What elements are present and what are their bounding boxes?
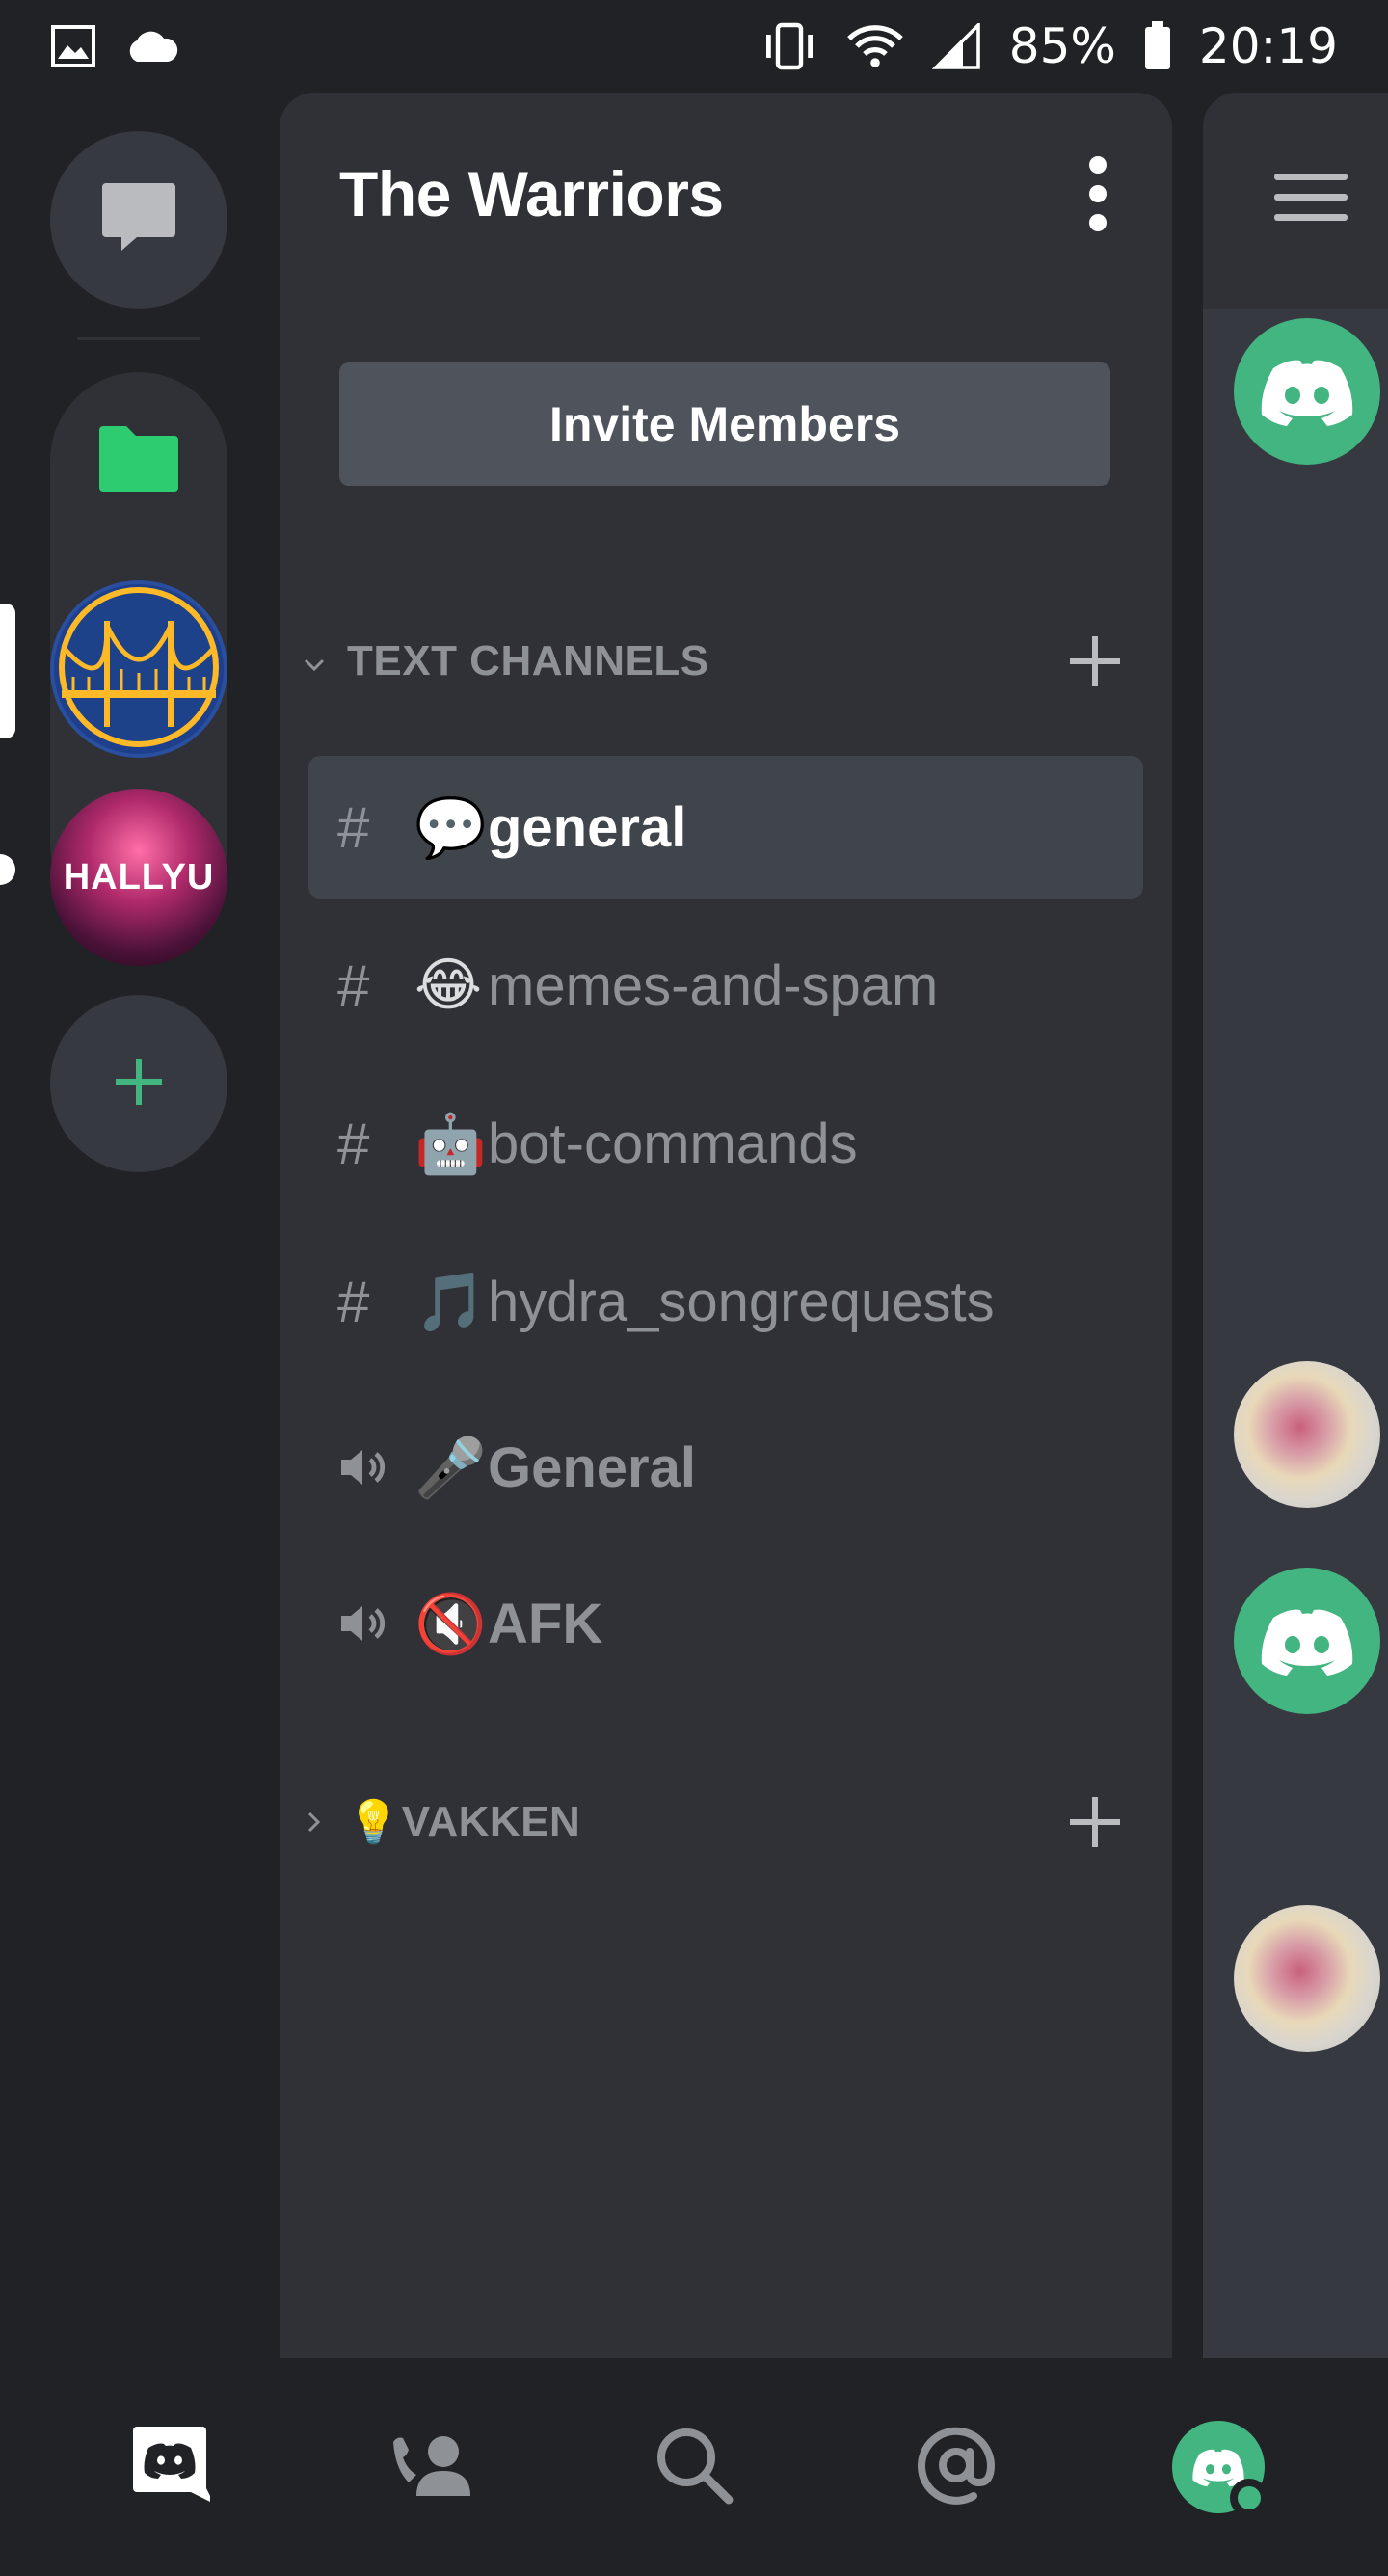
nav-profile[interactable] (1151, 2400, 1286, 2535)
selected-server-pill (0, 604, 15, 738)
channel-emoji: 🎤 (414, 1434, 487, 1502)
cloud-icon (123, 29, 179, 64)
channel-general[interactable]: # 💬 general (308, 756, 1143, 899)
wifi-icon (845, 21, 905, 71)
chat-bubble-icon (98, 179, 179, 261)
image-icon (50, 24, 96, 68)
signal-icon (931, 23, 982, 69)
category-vakken[interactable]: 💡 VAKKEN (295, 1784, 1134, 1861)
status-left (50, 24, 179, 68)
status-bar: 85% 20:19 (0, 0, 1388, 93)
server-rail: HALLYU (0, 93, 280, 2358)
channel-emoji: 🎵 (414, 1268, 487, 1336)
clock: 20:19 (1198, 18, 1338, 74)
channel-voice-general[interactable]: 🎤 General (308, 1396, 1143, 1539)
chat-header (1203, 93, 1388, 309)
category-left: TEXT CHANNELS (295, 637, 709, 685)
unread-server-pill (0, 854, 15, 885)
discord-app: 85% 20:19 HALLYU The Warriors Invite Mem… (0, 0, 1388, 2576)
at-icon (916, 2425, 997, 2510)
hallyu-server-label: HALLYU (63, 856, 215, 898)
hamburger-menu-icon[interactable] (1274, 174, 1348, 221)
channel-name: hydra_songrequests (488, 1270, 995, 1333)
category-label: VAKKEN (401, 1798, 581, 1845)
discord-avatar-icon[interactable] (1234, 1568, 1380, 1714)
speaker-icon (337, 1444, 414, 1490)
friends-icon (389, 2430, 474, 2505)
category-text-channels[interactable]: TEXT CHANNELS (295, 623, 1134, 700)
add-channel-button[interactable] (1056, 623, 1134, 700)
folder-button[interactable] (50, 372, 227, 550)
channel-voice-afk[interactable]: 🔇 AFK (308, 1552, 1143, 1695)
golden-gate-logo-icon (54, 582, 224, 757)
nav-mentions[interactable] (889, 2400, 1024, 2535)
chevron-right-icon (295, 1802, 334, 1842)
nav-friends[interactable] (364, 2400, 499, 2535)
online-status-icon (1230, 2479, 1268, 2517)
channel-emoji: 😂 (414, 952, 483, 1019)
nav-home[interactable] (102, 2400, 237, 2535)
rail-separator (77, 337, 200, 340)
hash-icon: # (337, 794, 370, 860)
hash-icon: # (337, 1269, 370, 1334)
more-options-icon[interactable] (1062, 147, 1134, 241)
folder-icon (95, 422, 182, 500)
direct-messages-button[interactable] (50, 131, 227, 309)
discord-avatar-icon[interactable] (1234, 318, 1380, 465)
nav-search[interactable] (627, 2400, 761, 2535)
battery-icon (1143, 21, 1172, 71)
chat-peek-panel[interactable] (1203, 93, 1388, 2358)
category-emoji: 💡 (347, 1799, 400, 1846)
channel-name: bot-commands (488, 1112, 858, 1175)
channel-panel: The Warriors Invite Members TEXT CHANNEL… (280, 93, 1172, 2358)
channel-bot-commands[interactable]: # 🤖 bot-commands (308, 1072, 1143, 1215)
hash-icon: # (337, 953, 370, 1018)
chevron-down-icon (295, 641, 334, 682)
warriors-server-button[interactable] (50, 580, 227, 758)
status-right: 85% 20:19 (761, 18, 1338, 74)
add-server-button[interactable] (50, 995, 227, 1172)
hash-icon: # (337, 1111, 370, 1176)
channel-name: AFK (488, 1592, 603, 1655)
hallyu-server-button[interactable]: HALLYU (50, 789, 227, 966)
add-channel-button[interactable] (1056, 1784, 1134, 1861)
plus-icon (110, 1053, 168, 1115)
user-avatar-image[interactable] (1234, 1905, 1380, 2052)
vibrate-icon (761, 21, 818, 71)
category-label: TEXT CHANNELS (347, 637, 709, 684)
channel-emoji: 🤖 (414, 1110, 487, 1178)
channel-emoji: 💬 (414, 793, 487, 862)
speaker-icon (337, 1600, 414, 1647)
channel-name: General (488, 1436, 696, 1499)
category-left: 💡 VAKKEN (295, 1797, 580, 1847)
channel-memes-and-spam[interactable]: # 😂 memes-and-spam (308, 914, 1143, 1057)
battery-percent: 85% (1008, 18, 1116, 74)
channel-name: memes-and-spam (488, 953, 939, 1017)
user-avatar-image[interactable] (1234, 1361, 1380, 1508)
invite-members-button[interactable]: Invite Members (339, 362, 1110, 486)
server-header: The Warriors (339, 150, 1134, 237)
bottom-nav (0, 2358, 1388, 2576)
discord-logo-icon (129, 2423, 214, 2512)
search-icon (654, 2425, 734, 2510)
channel-hydra-songrequests[interactable]: # 🎵 hydra_songrequests (308, 1230, 1143, 1373)
channel-name: general (488, 795, 687, 859)
server-title[interactable]: The Warriors (339, 157, 724, 230)
channel-emoji: 🔇 (414, 1590, 487, 1658)
